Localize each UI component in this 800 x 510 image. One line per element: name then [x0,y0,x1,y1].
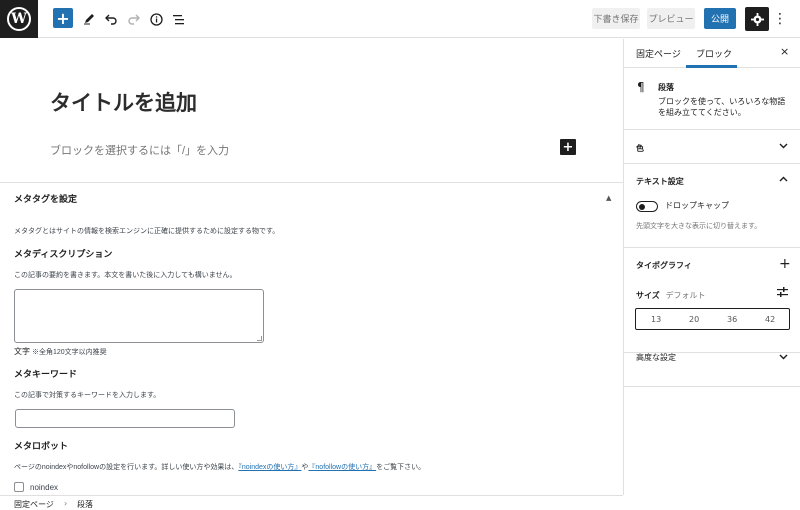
size-settings-icon[interactable] [777,287,788,300]
resize-grip-icon[interactable] [257,336,262,341]
paragraph-icon: ¶ [637,80,645,94]
meta-keywords-help: この記事で対策するキーワードを入力します。 [14,392,161,399]
add-block-icon[interactable]: + [53,8,73,28]
panel-color[interactable]: 色 [624,130,800,164]
info-icon[interactable] [145,8,167,30]
size-option[interactable]: 36 [727,315,737,324]
meta-description-textarea[interactable] [14,289,264,343]
size-option[interactable]: 13 [651,315,661,324]
meta-keywords-heading: メタキーワード [14,370,78,380]
undo-icon[interactable] [100,8,122,30]
panel-typography-title: タイポグラフィ [636,261,692,270]
advanced-title[interactable]: 高度な設定 [636,352,676,363]
tab-block[interactable]: ブロック [696,47,732,60]
nofollow-guide-link[interactable]: 『nofollowの使い方』 [308,464,376,471]
editor-canvas: タイトルを追加 ブロックを選択するには「/」を入力 + [0,39,623,182]
noindex-label: noindex [30,483,59,492]
publish-button[interactable]: 公開 [704,8,736,29]
block-name: 段落 [658,83,674,92]
meta-description-help: この記事の要約を書きます。本文を書いた後に入力しても構いません。 [14,272,237,279]
noindex-checkbox[interactable] [14,482,24,492]
toggle-knob [639,203,645,210]
drop-cap-help: 先頭文字を大きな表示に切り替えます。 [636,222,762,230]
size-label: サイズ デフォルト [636,290,706,301]
robots-help-suffix: をご覧下さい。 [376,464,426,471]
robots-help-prefix: ページのnoindexやnofollowの設定を行います。詳しい使い方や効果は、 [14,464,239,471]
meta-robots-help: ページのnoindexやnofollowの設定を行います。詳しい使い方や効果は、… [14,462,425,472]
size-option[interactable]: 42 [765,315,775,324]
char-note-text: ※全角120文字以内推奨 [31,349,107,356]
breadcrumb-item-block[interactable]: 段落 [77,499,93,510]
edit-pen-icon[interactable] [78,8,100,30]
size-option[interactable]: 20 [689,315,699,324]
chevron-down-icon [779,142,788,152]
chevron-up-icon[interactable] [779,175,788,185]
tab-page[interactable]: 固定ページ [636,47,681,60]
close-icon[interactable]: × [780,45,789,58]
breadcrumb-separator: › [64,499,68,508]
metabox-intro: メタタグとはサイトの情報を検索エンジンに正確に提供するために設定する物です。 [14,228,280,235]
char-note-label: 文字 [14,347,30,356]
breadcrumb: 固定ページ › 段落 [0,495,623,510]
meta-robots-heading: メタロボット [14,442,69,452]
inline-add-block-icon[interactable]: + [560,139,576,155]
list-view-icon[interactable] [168,8,190,30]
metabox-heading: メタタグを設定 [14,195,78,205]
preview-button[interactable]: プレビュー [647,8,695,29]
meta-tag-box: メタタグを設定 ▲ メタタグとはサイトの情報を検索エンジンに正確に提供するために… [0,182,623,495]
noindex-guide-link[interactable]: 『noindexの使い方』 [238,464,301,471]
settings-sidebar: 固定ページ ブロック × ¶ 段落 ブロックを使って、いろいろな物語を組み立てて… [623,39,800,495]
meta-keywords-input[interactable] [15,409,235,428]
drop-cap-label: ドロップキャップ [665,201,729,210]
save-draft-button[interactable]: 下書き保存 [592,8,640,29]
size-label-text: サイズ [636,291,660,300]
top-toolbar: W + 下書き保存 プレビュー 公開 ⋮ [0,0,800,38]
font-size-picker: 13 20 36 42 [635,308,790,330]
char-count-note: 文字 ※全角120文字以内推奨 [14,346,107,357]
meta-description-heading: メタディスクリプション [14,250,113,260]
block-description: ブロックを使って、いろいろな物語を組み立ててください。 [658,97,786,117]
collapse-toggle-icon[interactable]: ▲ [606,194,611,202]
plus-icon[interactable]: + [779,256,791,272]
panel-text-settings-title[interactable]: テキスト設定 [636,176,684,187]
wordpress-logo-icon[interactable]: W [0,0,38,38]
redo-icon [122,8,144,30]
post-title-input[interactable]: タイトルを追加 [50,87,197,117]
settings-gear-icon[interactable] [745,7,769,31]
wordpress-logo-glyph: W [7,7,31,31]
chevron-down-icon[interactable] [779,353,788,363]
breadcrumb-item-page[interactable]: 固定ページ [14,499,54,510]
sidebar-tabs: 固定ページ ブロック × [624,39,800,68]
size-value: デフォルト [665,291,706,300]
more-options-icon[interactable]: ⋮ [773,9,787,29]
block-placeholder[interactable]: ブロックを選択するには「/」を入力 [50,142,229,158]
drop-cap-toggle[interactable] [636,201,658,212]
panel-color-title: 色 [636,144,644,153]
block-card: ¶ 段落 ブロックを使って、いろいろな物語を組み立ててください。 [624,68,800,130]
